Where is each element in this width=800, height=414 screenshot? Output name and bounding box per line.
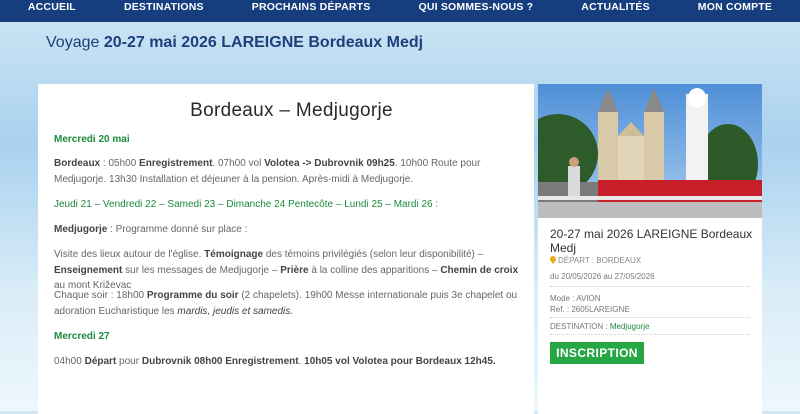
main-nav: ACCUEIL DESTINATIONS PROCHAINS DÉPARTS Q… [0,0,800,22]
nav-destinations[interactable]: DESTINATIONS [124,1,204,13]
trip-title: 20-27 mai 2026 LAREIGNE Bordeaux Medj [550,227,753,255]
evening-text: Chaque soir : 18h00 Programme du soir (2… [54,290,518,317]
destination-link[interactable]: Medjugorje [610,322,650,331]
page-title-prefix: Voyage [46,34,104,51]
divider [550,317,750,318]
day1-label: Mercredi 20 mai [54,134,130,145]
trip-mode: Mode : AVION [550,294,601,303]
nav-prochains-departs[interactable]: PROCHAINS DÉPARTS [252,1,371,13]
day1-text: Bordeaux : 05h00 Enregistrement. 07h00 v… [54,158,481,185]
page-title-trip: 20-27 mai 2026 LAREIGNE Bordeaux Medj [103,34,424,51]
destination-line: DESTINATION : Medjugorje [550,322,650,331]
nav-qui-sommes-nous[interactable]: QUI SOMMES-NOUS ? [418,1,533,13]
page-title: Voyage 20-27 mai 2026 LAREIGNE Bordeaux … [46,34,423,52]
inscription-button[interactable]: INSCRIPTION [550,342,644,364]
day-last-label: Mercredi 27 [54,331,110,342]
article-panel: Bordeaux – Medjugorje Mercredi 20 mai Bo… [38,84,534,414]
departure-line: DÉPART : BORDEAUX [550,256,641,265]
nav-actualites[interactable]: ACTUALITÉS [581,1,650,13]
visits-text: Visite des lieux autour de l'église. Tém… [54,249,519,291]
nav-mon-compte[interactable]: MON COMPTE [698,1,772,13]
trip-ref: Ref. : 2605LAREIGNE [550,305,630,314]
article-heading: Bordeaux – Medjugorje [190,100,393,121]
nav-accueil[interactable]: ACCUEIL [28,1,76,13]
trip-dates: du 20/05/2026 au 27/05/2026 [550,272,655,281]
day-last-text: 04h00 Départ pour Dubrovnik 08h00 Enregi… [54,356,496,367]
trip-sidebar: 20-27 mai 2026 LAREIGNE Bordeaux Medj DÉ… [538,84,762,414]
days-label: Jeudi 21 – Vendredi 22 – Samedi 23 – Dim… [54,199,439,210]
map-pin-icon [550,256,556,264]
divider [550,334,750,335]
church-photo [538,84,762,218]
program-line: Medjugorje : Programme donné sur place : [54,224,248,235]
divider [550,286,750,287]
church-illustration [538,84,762,218]
